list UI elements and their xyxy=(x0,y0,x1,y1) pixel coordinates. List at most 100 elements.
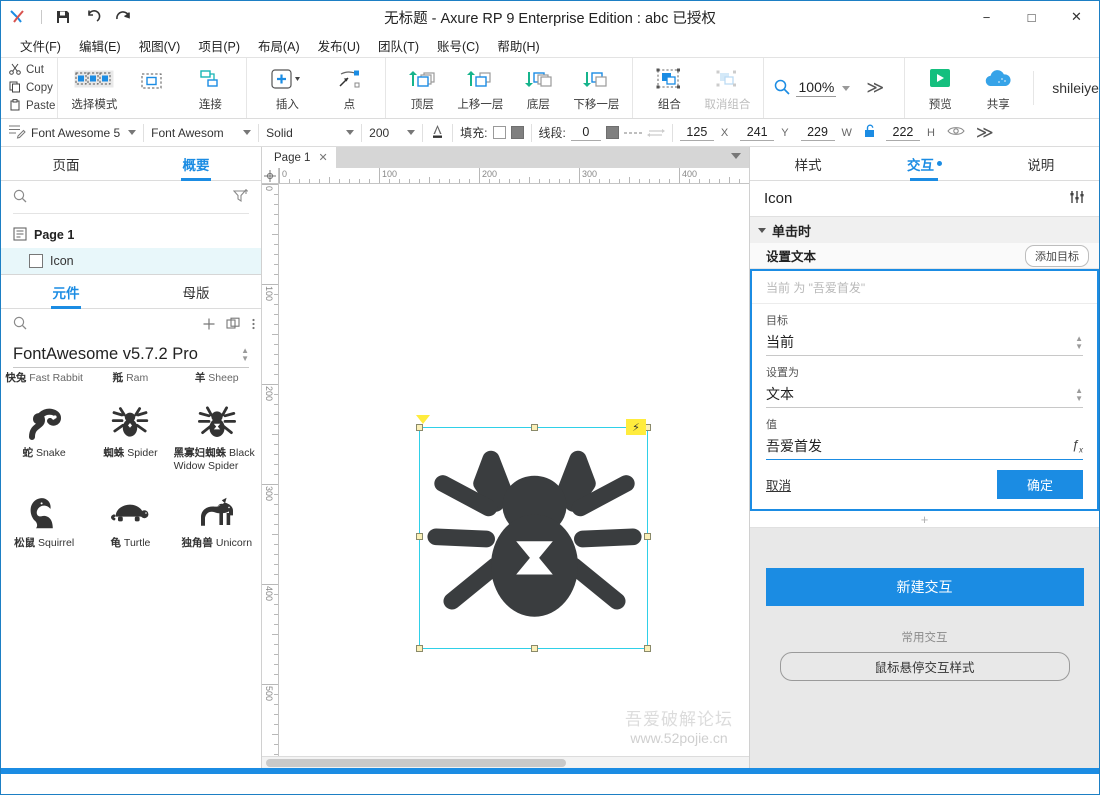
value-input-row[interactable]: 吾爱首发 ƒx xyxy=(766,434,1083,460)
menu-layout[interactable]: 布局(A) xyxy=(249,33,309,58)
menu-view[interactable]: 视图(V) xyxy=(130,33,190,58)
outline-search-input[interactable] xyxy=(35,190,225,204)
tab-outline[interactable]: 概要 xyxy=(131,147,261,180)
library-search-input[interactable] xyxy=(37,317,192,331)
text-style-icon[interactable] xyxy=(8,124,26,142)
insert-button[interactable]: 插入 xyxy=(254,62,320,115)
redo-icon[interactable] xyxy=(108,4,138,30)
maximize-button[interactable]: □ xyxy=(1009,1,1054,33)
zoom-value[interactable]: 100% xyxy=(796,79,836,97)
resize-handle-e[interactable] xyxy=(644,533,651,540)
scrollbar-thumb[interactable] xyxy=(266,759,566,767)
save-icon[interactable] xyxy=(48,4,78,30)
minimize-button[interactable]: − xyxy=(964,1,1009,33)
new-interaction-button[interactable]: 新建交互 xyxy=(766,568,1084,606)
font-color-icon[interactable] xyxy=(430,123,445,142)
ruler-origin-icon[interactable] xyxy=(262,168,279,184)
resize-handle-w[interactable] xyxy=(416,533,423,540)
library-selector[interactable]: FontAwesome v5.7.2 Pro ▲ ▼ xyxy=(13,345,249,368)
selection-mode-button[interactable]: 选择模式 xyxy=(65,62,123,115)
close-icon[interactable]: ✕ xyxy=(318,151,327,164)
resize-handle-s[interactable] xyxy=(531,645,538,652)
duplicate-icon[interactable] xyxy=(226,317,241,331)
font-family-select[interactable]: Font Awesome 5 xyxy=(31,126,136,140)
cancel-button[interactable]: 取消 xyxy=(766,475,791,494)
tree-node-page1[interactable]: Page 1 xyxy=(1,222,261,248)
widget-black-widow-spider[interactable]: 黑寡妇蜘蛛 Black Widow Spider xyxy=(174,391,260,473)
event-row[interactable]: 单击时 xyxy=(750,217,1099,243)
horizontal-ruler[interactable]: 0100200300400 xyxy=(279,168,749,184)
add-target-button[interactable]: 添加目标 xyxy=(1025,245,1089,267)
font-family-2-select[interactable]: Font Awesom xyxy=(151,126,251,140)
resize-handle-n[interactable] xyxy=(531,424,538,431)
rotate-marker-icon[interactable] xyxy=(416,415,430,424)
action-name[interactable]: 设置文本 xyxy=(766,246,816,265)
line-width-input[interactable]: 0 xyxy=(571,125,601,141)
tab-masters[interactable]: 母版 xyxy=(131,275,261,308)
selected-widget-frame[interactable]: ⚡ xyxy=(419,427,648,649)
vertical-ruler[interactable]: 0100200300400500 xyxy=(262,184,279,756)
line-dash-icon[interactable] xyxy=(624,129,642,137)
bring-to-front-button[interactable]: 顶层 xyxy=(393,62,451,115)
menu-file[interactable]: 文件(F) xyxy=(11,33,70,58)
menu-edit[interactable]: 编辑(E) xyxy=(70,33,130,58)
send-backward-button[interactable]: 下移一层 xyxy=(567,62,625,115)
fill-none-swatch[interactable] xyxy=(493,126,506,139)
close-button[interactable]: ✕ xyxy=(1054,1,1099,33)
user-menu[interactable]: shileiye xyxy=(1033,71,1100,105)
point-button[interactable]: 点 xyxy=(320,62,378,115)
widget-spider[interactable]: 蜘蛛 Spider xyxy=(87,391,173,473)
menu-project[interactable]: 项目(P) xyxy=(189,33,249,58)
resize-handle-se[interactable] xyxy=(644,645,651,652)
style-overflow-button[interactable]: ≫ xyxy=(970,123,1000,143)
menu-publish[interactable]: 发布(U) xyxy=(309,33,369,58)
h-input[interactable]: 222 xyxy=(886,125,920,141)
toolbar-overflow-button[interactable]: ≫ xyxy=(856,78,894,98)
widget-turtle[interactable]: 龟 Turtle xyxy=(87,481,173,550)
ungroup-button[interactable]: 取消组合 xyxy=(698,62,756,115)
tab-notes[interactable]: 说明 xyxy=(983,147,1099,180)
undo-icon[interactable] xyxy=(78,4,108,30)
bring-forward-button[interactable]: 上移一层 xyxy=(451,62,509,115)
tab-interactions[interactable]: 交互 xyxy=(866,147,982,180)
x-input[interactable]: 125 xyxy=(680,125,714,141)
group-button[interactable]: 组合 xyxy=(640,62,698,115)
tab-style[interactable]: 样式 xyxy=(750,147,866,180)
more-vertical-icon[interactable] xyxy=(251,317,256,331)
widget-name[interactable]: Icon xyxy=(764,190,792,207)
target-select[interactable]: 当前 ▲ ▼ xyxy=(766,330,1083,356)
menu-help[interactable]: 帮助(H) xyxy=(488,33,548,58)
resize-handle-nw[interactable] xyxy=(416,424,423,431)
widget-snake[interactable]: 蛇 Snake xyxy=(1,391,87,473)
y-input[interactable]: 241 xyxy=(740,125,774,141)
resize-handle-sw[interactable] xyxy=(416,645,423,652)
artboard[interactable]: ⚡ 吾爱破解论坛 www.52pojie.cn xyxy=(279,184,749,756)
share-button[interactable]: 共享 xyxy=(969,62,1027,115)
line-arrow-icon[interactable] xyxy=(647,129,665,137)
send-to-back-button[interactable]: 底层 xyxy=(509,62,567,115)
interaction-badge[interactable]: ⚡ xyxy=(626,419,646,435)
widget-label-ram[interactable]: 羝 Ram xyxy=(87,372,173,385)
fill-color-swatch[interactable] xyxy=(511,126,524,139)
filter-icon[interactable] xyxy=(233,189,249,206)
copy-button[interactable]: Copy xyxy=(7,80,57,97)
line-color-swatch[interactable] xyxy=(606,126,619,139)
hover-style-button[interactable]: 鼠标悬停交互样式 xyxy=(780,652,1070,681)
widget-label-fast-rabbit[interactable]: 快兔 Fast Rabbit xyxy=(1,372,87,385)
eye-icon[interactable] xyxy=(947,125,965,140)
cut-button[interactable]: Cut xyxy=(7,62,57,79)
add-action-button[interactable]: + xyxy=(750,511,1099,528)
preview-button[interactable]: 预览 xyxy=(911,62,969,115)
unlock-icon[interactable] xyxy=(864,124,876,141)
paste-button[interactable]: Paste xyxy=(7,98,57,115)
confirm-button[interactable]: 确定 xyxy=(997,470,1083,499)
connect-button[interactable]: 连接 xyxy=(181,62,239,115)
tree-node-icon[interactable]: Icon xyxy=(1,248,261,274)
font-weight-select[interactable]: Solid xyxy=(266,126,354,140)
select-single-button[interactable]: . xyxy=(123,64,181,113)
widget-unicorn[interactable]: 独角兽 Unicorn xyxy=(174,481,260,550)
tab-pages[interactable]: 页面 xyxy=(1,147,131,180)
widget-label-sheep[interactable]: 羊 Sheep xyxy=(174,372,260,385)
sliders-icon[interactable] xyxy=(1069,190,1085,207)
widget-partial[interactable] xyxy=(1,556,87,568)
